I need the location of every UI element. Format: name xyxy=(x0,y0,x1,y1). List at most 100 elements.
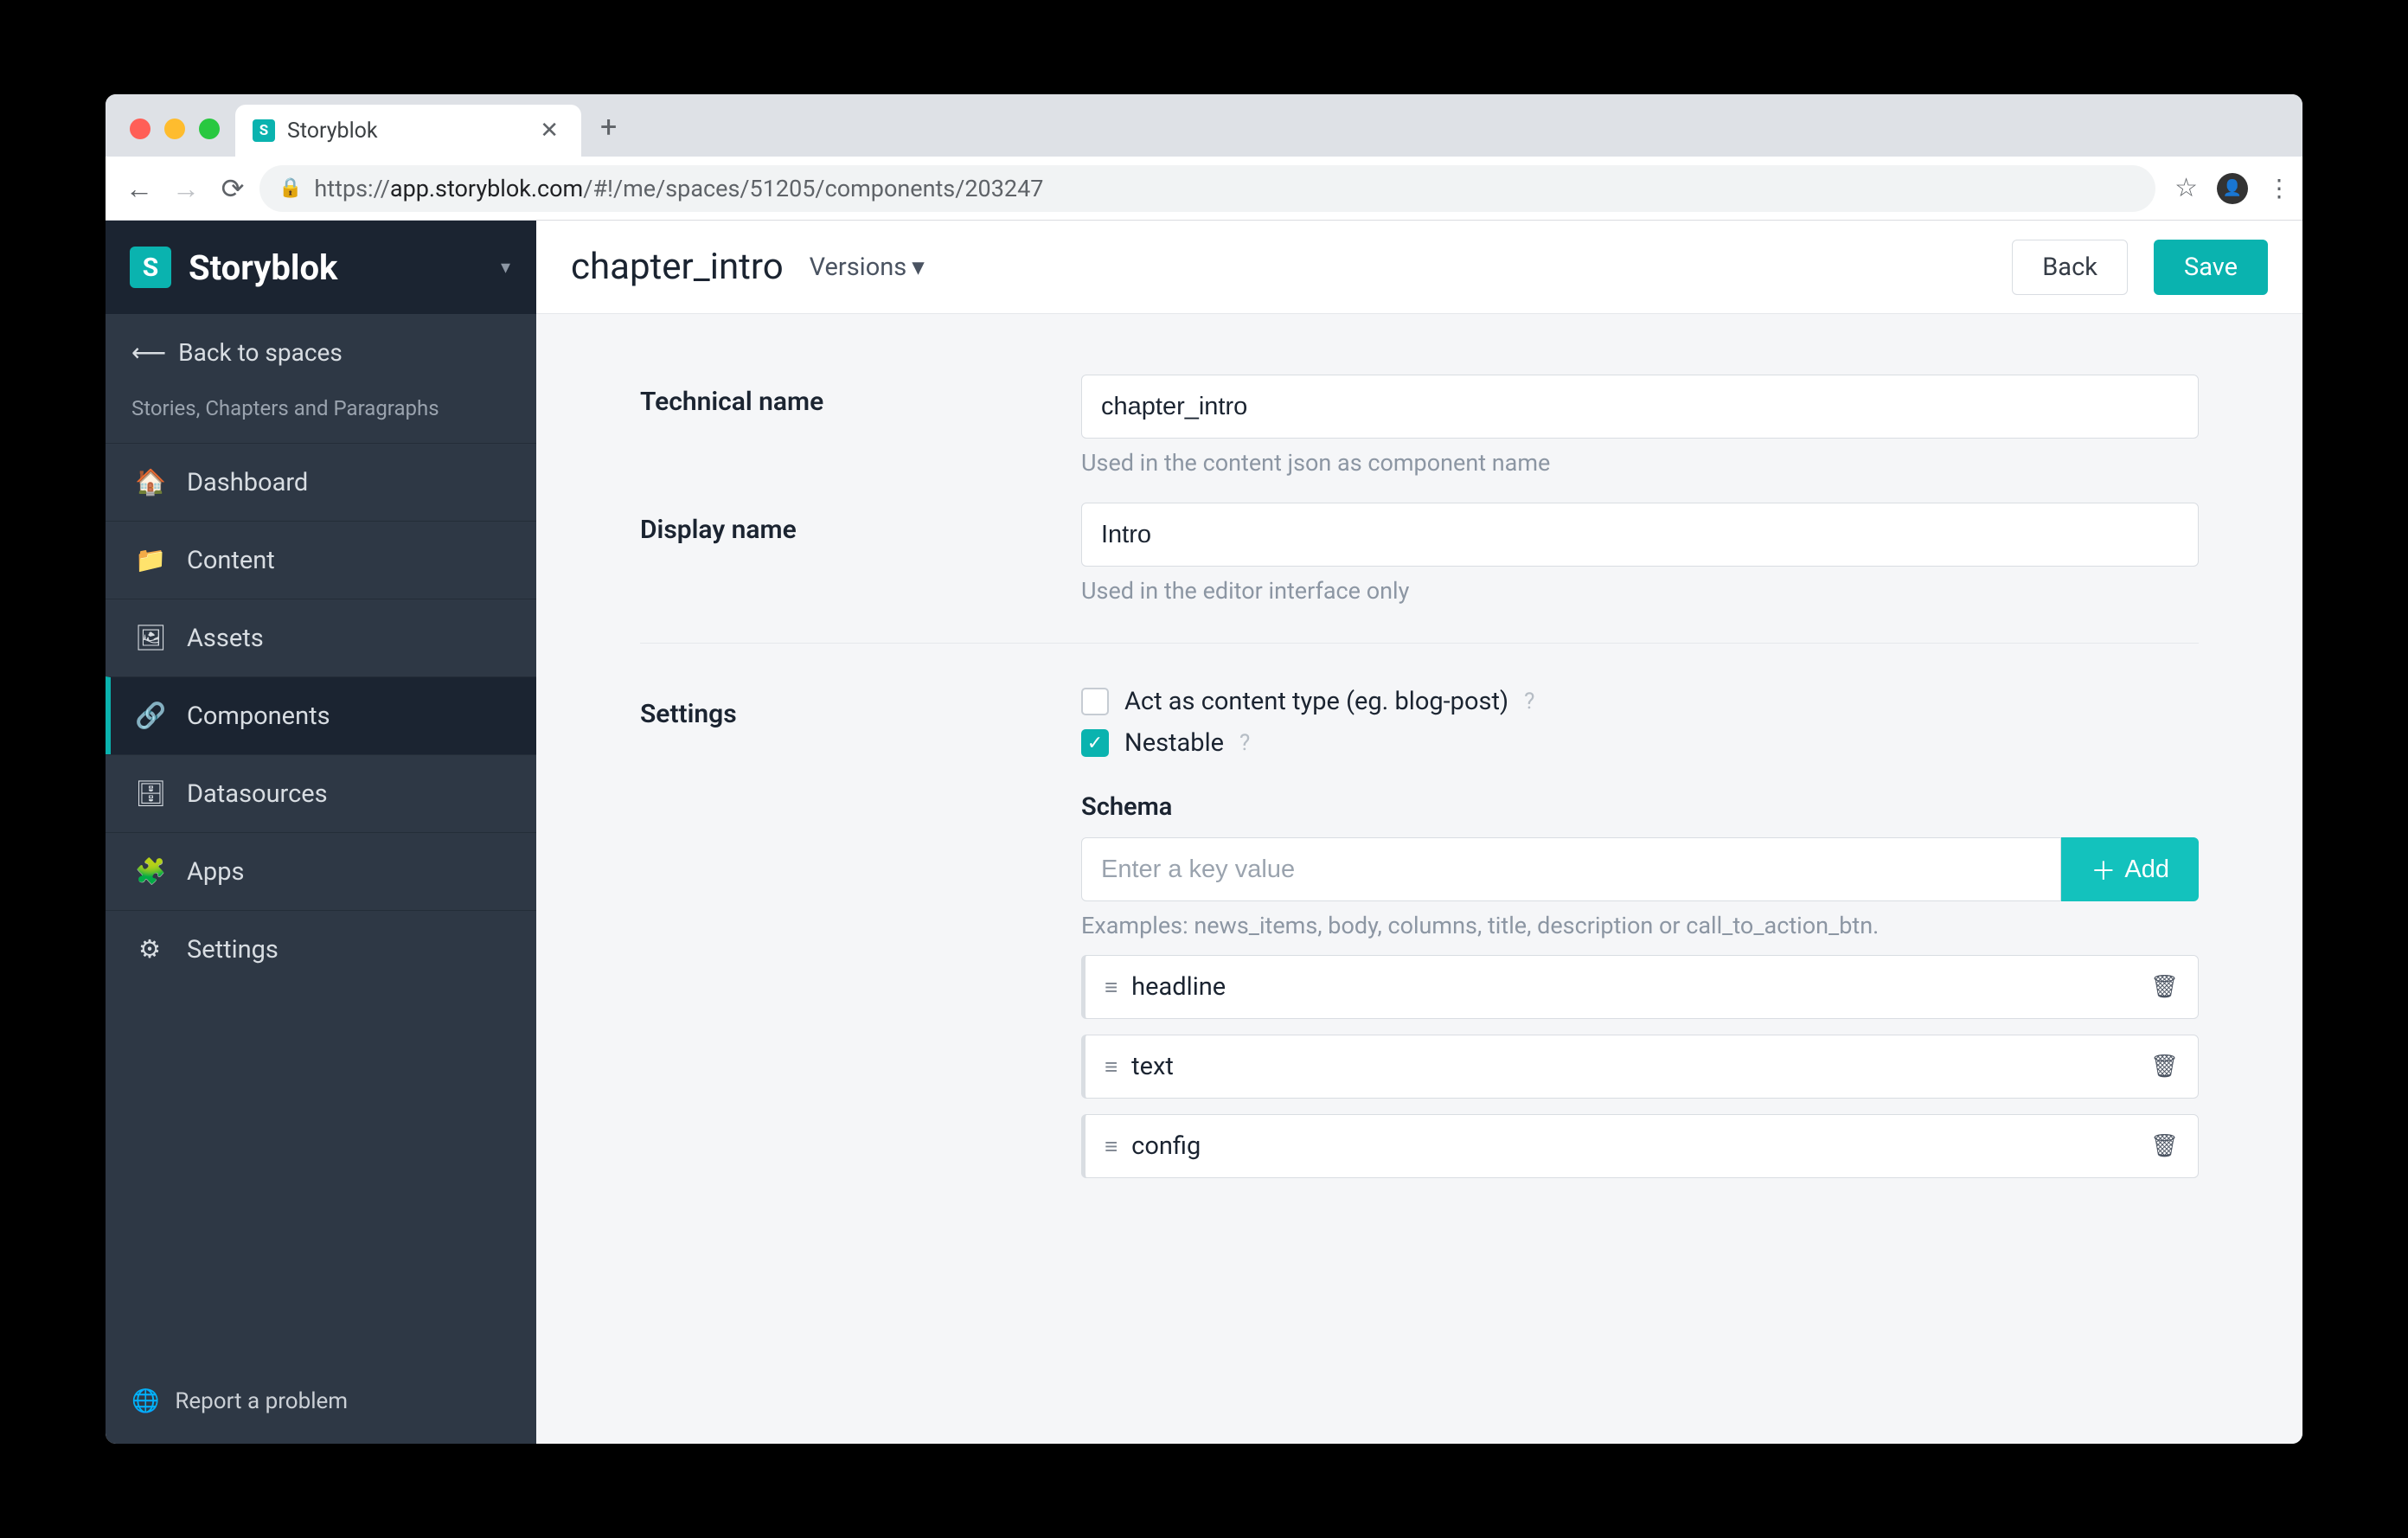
display-name-row: Display name Used in the editor interfac… xyxy=(640,503,2199,605)
settings-row: Settings Act as content type (eg. blog-p… xyxy=(640,687,2199,1178)
display-name-label: Display name xyxy=(640,503,1047,605)
save-button[interactable]: Save xyxy=(2154,240,2268,295)
close-tab-icon[interactable]: ✕ xyxy=(535,118,564,144)
page-title: chapter_intro xyxy=(571,246,784,288)
delete-field-icon[interactable]: 🗑 xyxy=(2150,1054,2179,1080)
schema-header: Schema xyxy=(1081,792,2199,822)
schema-field-name: config xyxy=(1131,1131,2135,1161)
nav-forward-button[interactable]: → xyxy=(166,172,206,205)
report-problem-link[interactable]: 🌐 Report a problem xyxy=(106,1364,536,1444)
folder-icon: 📁 xyxy=(135,546,164,575)
plus-icon: ＋ xyxy=(2091,851,2116,888)
url-scheme: https:// xyxy=(314,175,390,202)
browser-tabbar: S Storyblok ✕ + xyxy=(106,94,2302,157)
tab-favicon-icon: S xyxy=(253,119,275,142)
schema-key-input[interactable] xyxy=(1081,837,2061,901)
browser-window: S Storyblok ✕ + ← → ⟳ 🔒 https://app.stor… xyxy=(106,94,2302,1444)
minimize-window-button[interactable] xyxy=(164,119,185,139)
image-icon: 🖼 xyxy=(135,624,164,653)
nestable-checkbox[interactable]: ✓ xyxy=(1081,729,1109,757)
sidebar-item-datasources[interactable]: 🗄 Datasources xyxy=(106,754,536,832)
sidebar-item-label: Assets xyxy=(187,624,264,653)
puzzle-icon: 🧩 xyxy=(135,857,164,887)
chevron-down-icon: ▾ xyxy=(912,252,925,282)
tab-title: Storyblok xyxy=(287,119,522,144)
back-to-spaces-label: Back to spaces xyxy=(178,338,343,367)
main-panel: chapter_intro Versions ▾ Back Save Techn… xyxy=(536,221,2302,1444)
versions-dropdown[interactable]: Versions ▾ xyxy=(810,252,925,282)
topbar: chapter_intro Versions ▾ Back Save xyxy=(536,221,2302,314)
back-to-spaces-link[interactable]: ⟵ Back to spaces xyxy=(106,314,536,391)
url-path: /#!/me/spaces/51205/components/203247 xyxy=(583,175,1043,202)
sidebar-item-components[interactable]: 🔗 Components xyxy=(106,676,536,754)
sidebar-item-settings[interactable]: ⚙ Settings xyxy=(106,910,536,988)
browser-menu-icon[interactable]: ⋮ xyxy=(2267,174,2289,202)
schema-help: Examples: news_items, body, columns, tit… xyxy=(1081,912,2199,939)
schema-add-button[interactable]: ＋ Add xyxy=(2061,837,2199,901)
space-name: Stories, Chapters and Paragraphs xyxy=(106,391,536,443)
content-type-checkbox-label: Act as content type (eg. blog-post) xyxy=(1124,687,1508,716)
content-type-checkbox[interactable] xyxy=(1081,688,1109,715)
close-window-button[interactable] xyxy=(130,119,150,139)
drag-handle-icon[interactable]: ≡ xyxy=(1105,1133,1116,1160)
sidebar-item-apps[interactable]: 🧩 Apps xyxy=(106,832,536,910)
display-name-help: Used in the editor interface only xyxy=(1081,577,2199,605)
settings-label: Settings xyxy=(640,687,1047,1178)
gear-icon: ⚙ xyxy=(135,934,164,964)
form-area: Technical name Used in the content json … xyxy=(536,314,2302,1444)
delete-field-icon[interactable]: 🗑 xyxy=(2150,1133,2179,1159)
report-problem-label: Report a problem xyxy=(175,1388,348,1414)
technical-name-input[interactable] xyxy=(1081,375,2199,439)
url-input[interactable]: 🔒 https://app.storyblok.com/#!/me/spaces… xyxy=(259,165,2155,212)
brand-bar[interactable]: S Storyblok ▾ xyxy=(106,221,536,314)
brand-logo-icon: S xyxy=(130,247,171,288)
content-type-checkbox-row: Act as content type (eg. blog-post) ? xyxy=(1081,687,2199,716)
back-button[interactable]: Back xyxy=(2012,240,2128,295)
sidebar-item-dashboard[interactable]: 🏠 Dashboard xyxy=(106,443,536,521)
app-root: S Storyblok ▾ ⟵ Back to spaces Stories, … xyxy=(106,221,2302,1444)
sidebar-item-content[interactable]: 📁 Content xyxy=(106,521,536,599)
components-icon: 🔗 xyxy=(135,702,164,731)
bookmark-icon[interactable]: ☆ xyxy=(2174,173,2198,203)
url-host: app.storyblok.com xyxy=(390,175,583,202)
technical-name-row: Technical name Used in the content json … xyxy=(640,375,2199,477)
drag-handle-icon[interactable]: ≡ xyxy=(1105,1054,1116,1080)
nestable-checkbox-row: ✓ Nestable ? xyxy=(1081,728,2199,758)
help-icon[interactable]: ? xyxy=(1239,730,1250,756)
maximize-window-button[interactable] xyxy=(199,119,220,139)
help-icon[interactable]: ? xyxy=(1524,689,1534,715)
add-button-label: Add xyxy=(2124,856,2169,884)
display-name-input[interactable] xyxy=(1081,503,2199,567)
schema-field-row[interactable]: ≡ headline 🗑 xyxy=(1081,955,2199,1019)
section-divider xyxy=(640,643,2199,644)
sidebar-item-label: Datasources xyxy=(187,779,328,809)
database-icon: 🗄 xyxy=(135,779,164,809)
brand-name: Storyblok xyxy=(189,247,337,288)
schema-field-name: text xyxy=(1131,1052,2135,1081)
sidebar-item-label: Components xyxy=(187,702,330,731)
globe-icon: 🌐 xyxy=(131,1388,159,1414)
brand-dropdown-icon[interactable]: ▾ xyxy=(501,257,510,279)
new-tab-button[interactable]: + xyxy=(581,110,617,157)
browser-tab[interactable]: S Storyblok ✕ xyxy=(235,105,581,157)
drag-handle-icon[interactable]: ≡ xyxy=(1105,974,1116,1001)
sidebar-item-label: Dashboard xyxy=(187,468,308,497)
nav-reload-button[interactable]: ⟳ xyxy=(213,172,253,205)
delete-field-icon[interactable]: 🗑 xyxy=(2150,974,2179,1000)
schema-field-row[interactable]: ≡ config 🗑 xyxy=(1081,1114,2199,1178)
sidebar: S Storyblok ▾ ⟵ Back to spaces Stories, … xyxy=(106,221,536,1444)
nav-back-button[interactable]: ← xyxy=(119,172,159,205)
schema-add-row: ＋ Add xyxy=(1081,837,2199,901)
lock-icon: 🔒 xyxy=(279,177,302,199)
profile-avatar[interactable]: 👤 xyxy=(2217,173,2248,204)
schema-field-row[interactable]: ≡ text 🗑 xyxy=(1081,1035,2199,1099)
nestable-checkbox-label: Nestable xyxy=(1124,728,1224,758)
sidebar-item-label: Settings xyxy=(187,935,279,964)
technical-name-label: Technical name xyxy=(640,375,1047,477)
sidebar-item-label: Apps xyxy=(187,857,244,887)
sidebar-item-assets[interactable]: 🖼 Assets xyxy=(106,599,536,676)
arrow-left-icon: ⟵ xyxy=(131,338,166,367)
home-icon: 🏠 xyxy=(135,468,164,497)
technical-name-help: Used in the content json as component na… xyxy=(1081,449,2199,477)
window-controls xyxy=(119,119,235,157)
